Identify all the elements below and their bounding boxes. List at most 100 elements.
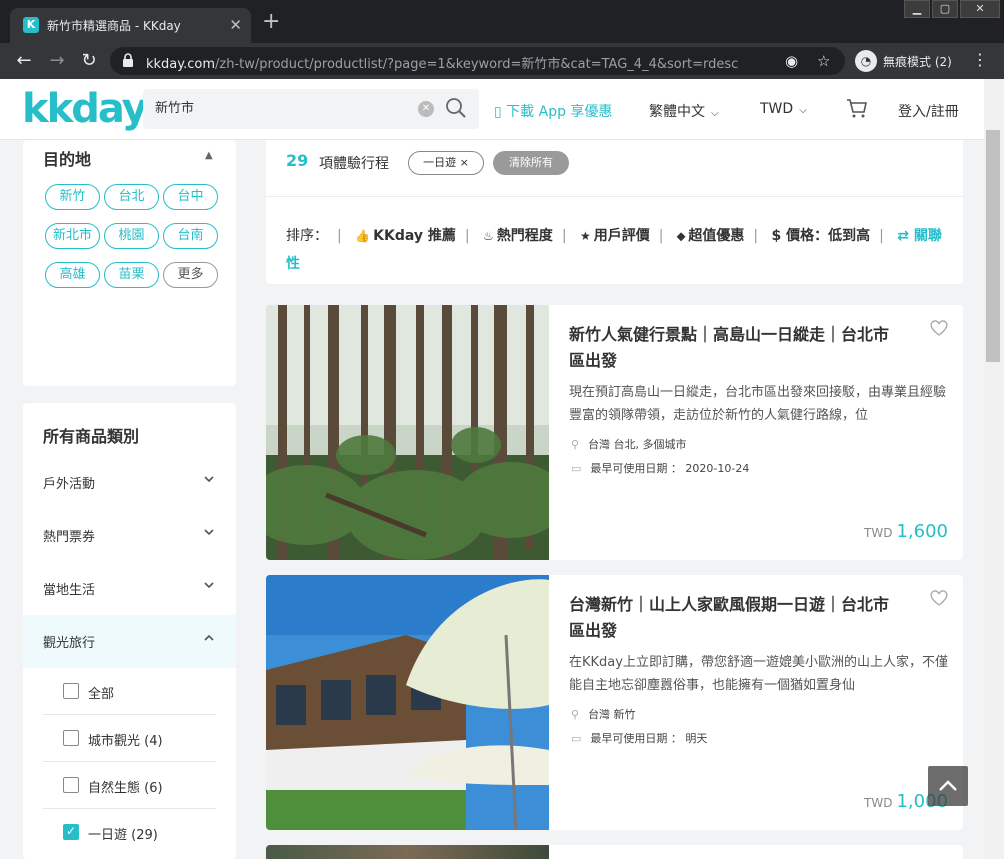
language-select[interactable]: 繁體中文 ⌵	[649, 101, 719, 121]
product-location-text: 台灣 新竹	[588, 708, 636, 721]
login-link[interactable]: 登入/註冊	[898, 101, 959, 121]
calendar-icon: ▭	[571, 732, 582, 745]
browser-menu-icon[interactable]: ⋮	[972, 50, 988, 69]
browser-tab-bar: K 新竹市精選商品 - KKday ✕ + ▁ ▢ ✕	[0, 0, 1004, 43]
new-tab-icon[interactable]: +	[262, 11, 280, 33]
subcategory-all[interactable]: 全部	[43, 668, 216, 715]
location-pin-icon: ⚲	[571, 438, 580, 451]
product-description: 現在預訂高島山一日縱走，台北市區出發來回接駁，由專業且經驗豐富的領隊帶領，走訪位…	[569, 385, 947, 423]
product-price: TWD 1,600	[864, 521, 948, 542]
subcategory-nature[interactable]: 自然生態 (6)	[43, 762, 216, 809]
reload-icon[interactable]: ↻	[77, 49, 101, 73]
category-outdoor[interactable]: 戶外活動	[23, 456, 236, 509]
tab-title: 新竹市精選商品 - KKday	[47, 19, 181, 33]
destination-chip[interactable]: 桃園	[104, 223, 159, 249]
price-currency: TWD	[864, 796, 893, 810]
chevron-down-icon: ⌵	[711, 108, 719, 119]
destination-chip[interactable]: 台北	[104, 184, 159, 210]
download-app-link[interactable]: ▯ 下載 App 享優惠	[494, 101, 612, 121]
forward-icon[interactable]: →	[45, 49, 69, 73]
maximize-icon[interactable]: ▢	[932, 0, 958, 18]
scrollbar-thumb[interactable]	[986, 130, 1000, 362]
sort-label: 排序：	[286, 228, 328, 244]
subcategory-city-tour[interactable]: 城市觀光 (4)	[43, 715, 216, 762]
search-clear-icon[interactable]: ✕	[418, 101, 434, 117]
more-destinations-button[interactable]: 更多	[163, 262, 218, 288]
category-sightseeing[interactable]: 觀光旅行	[23, 615, 236, 668]
product-title[interactable]: 台灣新竹｜山上人家歐風假期一日遊｜台北市區出發	[569, 592, 889, 644]
category-label: 熱門票券	[43, 530, 96, 545]
cart-icon[interactable]	[846, 97, 868, 119]
destination-chip[interactable]: 高雄	[45, 262, 100, 288]
product-location-text: 台灣 台北, 多個城市	[588, 438, 687, 451]
address-bar[interactable]: kkday.com/zh-tw/product/productlist/?pag…	[110, 47, 845, 75]
tab-close-icon[interactable]: ✕	[229, 16, 242, 34]
download-app-label: 下載 App 享優惠	[506, 104, 613, 120]
product-card[interactable]: 新竹人氣健行景點｜高島山一日縱走｜台北市區出發 現在預訂高島山一日縱走，台北市區…	[266, 305, 963, 560]
kkday-logo[interactable]: kkday	[22, 87, 148, 131]
category-label: 觀光旅行	[43, 636, 96, 651]
location-pin-icon: ⚲	[571, 708, 580, 721]
results-summary: 29 項體驗行程 一日遊 × 清除所有 排序： | 👍 KKday 推薦 | ♨ 熱門程…	[266, 140, 963, 284]
product-image	[266, 845, 549, 859]
bookmark-star-icon[interactable]: ☆	[817, 52, 830, 70]
window-close-icon[interactable]: ✕	[960, 0, 1000, 18]
product-card[interactable]	[266, 845, 963, 859]
sort-recommended[interactable]: 👍 KKday 推薦	[355, 228, 456, 244]
search-input[interactable]	[155, 99, 405, 114]
product-description: 在KKday上立即訂購，帶您舒適一遊媲美小歐洲的山上人家，不僅能自主地忘卻塵囂俗…	[569, 655, 948, 693]
sort-bar: 排序： | 👍 KKday 推薦 | ♨ 熱門程度 | ★ 用戶評價 | ⬥ 超值優惠 | $ 價…	[286, 228, 942, 272]
sort-price[interactable]: $ 價格：低到高	[772, 228, 871, 244]
browser-tab[interactable]: K 新竹市精選商品 - KKday ✕	[10, 8, 251, 43]
sort-option-label: 熱門程度	[496, 228, 553, 244]
checkbox-checked[interactable]: ✓	[63, 824, 79, 840]
checkbox[interactable]	[63, 777, 79, 793]
search-icon[interactable]	[445, 97, 467, 119]
url-text: kkday.com/zh-tw/product/productlist/?pag…	[146, 53, 738, 72]
product-card[interactable]: 台灣新竹｜山上人家歐風假期一日遊｜台北市區出發 在KKday上立即訂購，帶您舒適…	[266, 575, 963, 830]
clear-all-button[interactable]: 清除所有	[493, 151, 569, 175]
subcategory-day-tour[interactable]: ✓ 一日遊 (29)	[43, 809, 216, 856]
subcategory-label: 全部	[88, 687, 115, 702]
incognito-label: 無痕模式 (2)	[883, 54, 952, 69]
category-tickets[interactable]: 熱門票券	[23, 509, 236, 562]
sort-rating[interactable]: ★ 用戶評價	[580, 228, 650, 244]
product-date-text: 最早可使用日期 ： 2020-10-24	[590, 462, 750, 475]
phone-icon: ▯	[494, 104, 502, 120]
eye-off-icon[interactable]: ◉	[785, 52, 798, 70]
product-title[interactable]: 新竹人氣健行景點｜高島山一日縱走｜台北市區出發	[569, 322, 889, 374]
url-host: kkday.com	[146, 57, 216, 72]
destination-chip[interactable]: 苗栗	[104, 262, 159, 288]
category-label: 當地生活	[43, 583, 96, 598]
currency-select[interactable]: TWD ⌵	[760, 101, 807, 117]
incognito-indicator[interactable]: ◔ 無痕模式 (2)	[855, 50, 952, 72]
destination-chip[interactable]: 新北市	[45, 223, 100, 249]
back-icon[interactable]: ←	[12, 49, 36, 73]
kkday-favicon-icon: K	[23, 17, 39, 33]
product-date: ▭ 最早可使用日期 ： 2020-10-24	[571, 460, 749, 476]
destination-filter: 目的地 ▲ 新竹 台北 台中 新北市 桃園 台南 高雄 苗栗 更多	[23, 140, 236, 386]
back-to-top-button[interactable]	[928, 766, 968, 806]
category-local-life[interactable]: 當地生活	[23, 562, 236, 615]
heart-icon[interactable]	[929, 589, 949, 607]
active-filter-chip[interactable]: 一日遊 ×	[408, 151, 484, 175]
sort-deals[interactable]: ⬥ 超值優惠	[677, 228, 744, 244]
results-count: 29	[286, 151, 309, 170]
tag-icon: ⬥	[676, 229, 686, 243]
destination-chip[interactable]: 新竹	[45, 184, 100, 210]
minimize-icon[interactable]: ▁	[904, 0, 930, 18]
sort-option-label: 用戶評價	[593, 228, 650, 244]
site-header: kkday ✕ ▯ 下載 App 享優惠 繁體中文 ⌵ TWD ⌵ 登入/註冊	[0, 79, 984, 140]
calendar-icon: ▭	[571, 462, 582, 475]
heart-icon[interactable]	[929, 319, 949, 337]
sort-popularity[interactable]: ♨ 熱門程度	[483, 228, 553, 244]
url-path: /zh-tw/product/productlist/?page=1&keywo…	[215, 57, 739, 72]
page-scrollbar[interactable]	[984, 79, 1004, 859]
checkbox[interactable]	[63, 730, 79, 746]
destination-chip[interactable]: 台南	[163, 223, 218, 249]
destination-chip[interactable]: 台中	[163, 184, 218, 210]
product-date-text: 最早可使用日期 ： 明天	[590, 732, 708, 745]
checkbox[interactable]	[63, 683, 79, 699]
chevron-up-icon[interactable]: ▲	[205, 150, 213, 161]
product-location: ⚲ 台灣 新竹	[571, 706, 636, 722]
